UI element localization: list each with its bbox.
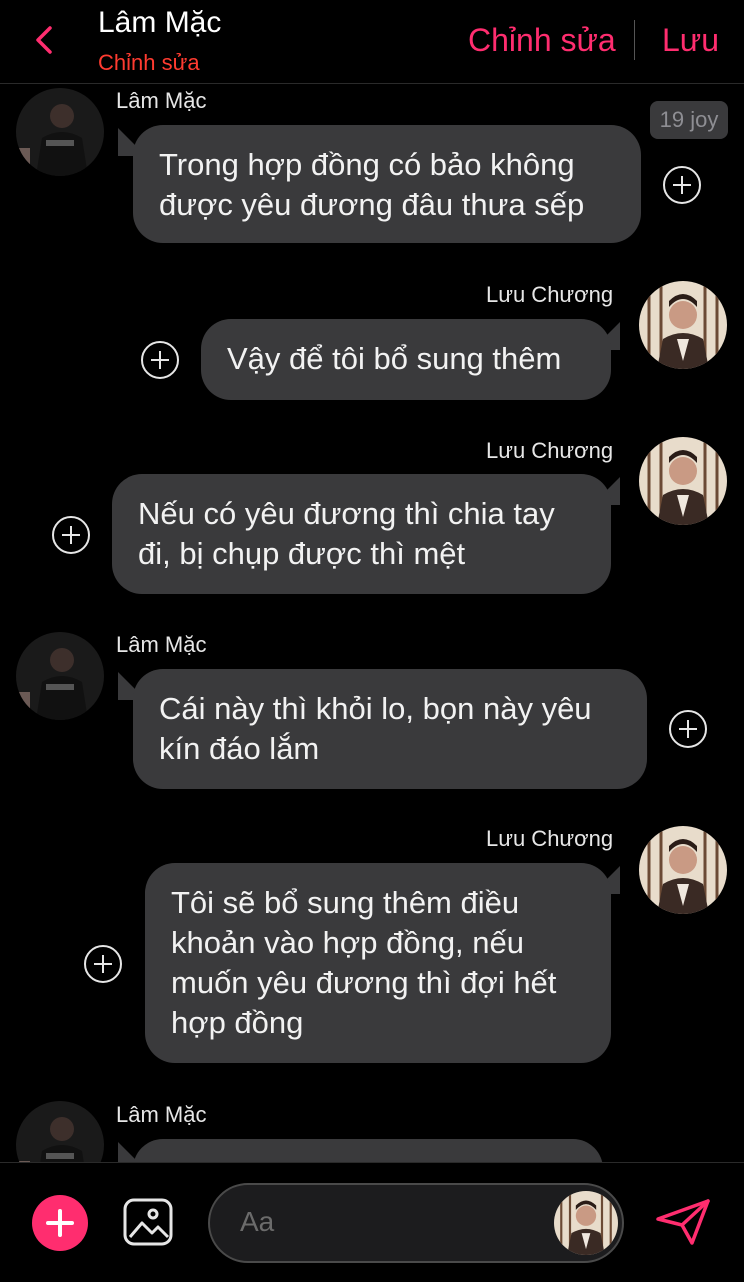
sender-name: Lâm Mặc xyxy=(116,88,207,113)
message-time: 19 joy xyxy=(650,101,728,139)
plus-circle-icon[interactable] xyxy=(84,945,122,983)
plus-circle-icon[interactable] xyxy=(663,166,701,204)
message-input[interactable]: Aa xyxy=(208,1183,624,1263)
edit-button[interactable]: Chỉnh sửa xyxy=(468,22,616,59)
message-bubble[interactable] xyxy=(133,1139,603,1162)
plus-circle-icon[interactable] xyxy=(141,341,179,379)
message-bubble[interactable]: Vậy để tôi bổ sung thêm xyxy=(201,319,611,400)
message-bubble[interactable]: Tôi sẽ bổ sung thêm điều khoản vào hợp đ… xyxy=(145,863,611,1063)
avatar-luu-chuong[interactable] xyxy=(639,281,727,369)
sender-name: Lưu Chương xyxy=(486,826,614,851)
sender-name: Lâm Mặc xyxy=(116,1102,207,1127)
avatar-luu-chuong[interactable] xyxy=(639,437,727,525)
message-list[interactable]: Lâm Mặc 19 joy Trong hợp đồng có bảo khô… xyxy=(0,84,744,1162)
avatar-luu-chuong[interactable] xyxy=(554,1191,618,1255)
message-bubble[interactable]: Trong hợp đồng có bảo không được yêu đươ… xyxy=(133,125,641,243)
message-text: Vậy để tôi bổ sung thêm xyxy=(227,341,562,376)
plus-circle-icon[interactable] xyxy=(669,710,707,748)
save-button[interactable]: Lưu xyxy=(662,22,719,59)
contact-name: Lâm Mặc xyxy=(98,6,222,39)
sender-name: Lưu Chương xyxy=(486,438,614,463)
avatar-lam-mac[interactable] xyxy=(16,1101,104,1162)
header-subtitle[interactable]: Chỉnh sửa xyxy=(98,50,200,76)
chat-header: Lâm Mặc Chỉnh sửa Chỉnh sửa Lưu xyxy=(0,0,744,84)
sender-name: Lâm Mặc xyxy=(116,632,207,657)
send-icon[interactable] xyxy=(654,1197,712,1247)
composer-bar: Aa xyxy=(0,1162,744,1282)
message-text: Nếu có yêu đương thì chia tay đi, bị chụ… xyxy=(138,496,555,571)
message-text: Tôi sẽ bổ sung thêm điều khoản vào hợp đ… xyxy=(171,885,557,1040)
plus-circle-icon[interactable] xyxy=(52,516,90,554)
header-divider xyxy=(634,20,635,60)
message-input-placeholder: Aa xyxy=(240,1206,275,1237)
avatar-lam-mac[interactable] xyxy=(16,88,104,176)
add-icon[interactable] xyxy=(32,1195,88,1251)
message-text: Cái này thì khỏi lo, bọn này yêu kín đáo… xyxy=(159,691,592,766)
message-bubble[interactable]: Cái này thì khỏi lo, bọn này yêu kín đáo… xyxy=(133,669,647,789)
message-text: Trong hợp đồng có bảo không được yêu đươ… xyxy=(159,147,585,222)
back-chevron-icon[interactable] xyxy=(30,22,60,58)
image-icon[interactable] xyxy=(122,1197,174,1247)
message-bubble[interactable]: Nếu có yêu đương thì chia tay đi, bị chụ… xyxy=(112,474,611,594)
avatar-lam-mac[interactable] xyxy=(16,632,104,720)
sender-name: Lưu Chương xyxy=(486,282,614,307)
avatar-luu-chuong[interactable] xyxy=(639,826,727,914)
